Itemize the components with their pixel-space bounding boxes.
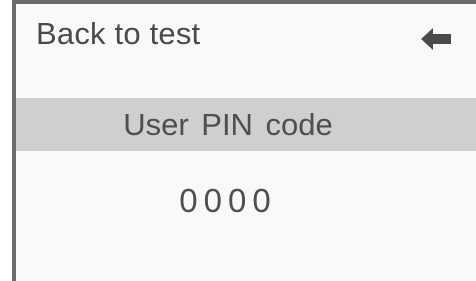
page-title: User PIN code bbox=[123, 107, 333, 142]
title-band: User PIN code bbox=[16, 98, 476, 151]
back-to-test-button[interactable]: Back to test bbox=[16, 4, 476, 78]
back-label: Back to test bbox=[36, 16, 201, 51]
pin-code-value[interactable]: 0000 bbox=[16, 182, 476, 220]
arrow-left-icon[interactable] bbox=[421, 28, 451, 50]
device-screen: Back to test User PIN code 0000 bbox=[0, 0, 476, 281]
screen-frame: Back to test User PIN code 0000 bbox=[12, 0, 476, 281]
